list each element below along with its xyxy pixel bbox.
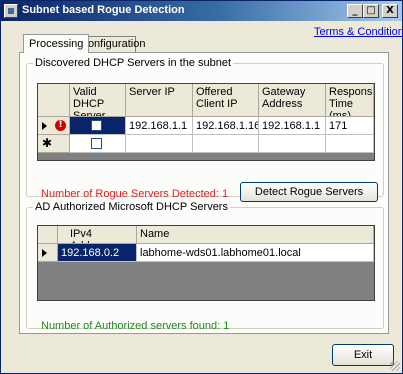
resize-grip-icon[interactable] (390, 361, 400, 371)
row-header-new[interactable]: ✱ (38, 135, 70, 153)
authorized-servers-grid[interactable]: IPv4 Address Name 192.168.0.2 labhome-wd… (37, 225, 375, 301)
response-time-cell[interactable]: 171 (326, 117, 374, 135)
row-header-selected[interactable]: ! (38, 117, 70, 135)
exit-button[interactable]: Exit (332, 344, 394, 366)
rogue-count-status: Number of Rogue Servers Detected: 1 (41, 188, 229, 200)
offered-client-ip-cell[interactable]: 192.168.1.169 (193, 117, 259, 135)
server-ip-cell[interactable]: 192.168.1.1 (126, 117, 193, 135)
app-window: Subnet based Rogue Detection _ □ X Terms… (0, 0, 403, 374)
minimize-button[interactable]: _ (347, 4, 363, 18)
column-header-offered-ip[interactable]: Offered Client IP (193, 84, 259, 117)
window-title: Subnet based Rogue Detection (22, 4, 185, 16)
dhcp-servers-group: Discovered DHCP Servers in the subnet Va… (26, 57, 384, 202)
new-server-ip-cell[interactable] (126, 135, 193, 153)
dhcp-servers-grid[interactable]: Valid DHCP Server Server IP Offered Clie… (37, 83, 375, 161)
column-header-gateway[interactable]: Gateway Address (259, 84, 326, 117)
grid-corner-header (38, 84, 70, 117)
server-name-cell[interactable]: labhome-wds01.labhome01.local (137, 244, 374, 262)
column-header-response-time[interactable]: Response Time (ms) (326, 84, 374, 117)
gateway-address-cell[interactable]: 192.168.1.1 (259, 117, 326, 135)
app-icon (4, 4, 18, 18)
column-header-name[interactable]: Name (137, 226, 374, 244)
ipv4-address-cell[interactable]: 192.168.0.2 (58, 244, 137, 262)
column-header-ipv4[interactable]: IPv4 Address (58, 226, 137, 244)
new-row-checkbox[interactable] (91, 138, 102, 149)
row-header-authorized[interactable] (38, 244, 58, 262)
terms-link[interactable]: Terms & Conditions (314, 26, 403, 38)
error-icon: ! (55, 120, 66, 131)
valid-server-checkbox[interactable] (91, 120, 102, 131)
new-gateway-cell[interactable] (259, 135, 326, 153)
title-bar[interactable]: Subnet based Rogue Detection _ □ X (1, 1, 402, 21)
current-row-arrow-icon (42, 249, 47, 257)
detect-rogue-servers-button[interactable]: Detect Rogue Servers (240, 182, 378, 202)
column-header-valid[interactable]: Valid DHCP Server (70, 84, 126, 117)
dhcp-group-legend: Discovered DHCP Servers in the subnet (35, 57, 232, 69)
processing-panel: Discovered DHCP Servers in the subnet Va… (19, 52, 389, 334)
tab-processing[interactable]: Processing (23, 34, 90, 53)
grid2-corner-header (38, 226, 58, 244)
close-button[interactable]: X (382, 4, 398, 18)
new-offered-ip-cell[interactable] (193, 135, 259, 153)
authorized-count-status: Number of Authorized servers found: 1 (41, 320, 230, 332)
column-header-server-ip[interactable]: Server IP (126, 84, 193, 117)
ad-group-legend: AD Authorized Microsoft DHCP Servers (35, 201, 228, 213)
current-row-arrow-icon (42, 122, 47, 130)
new-valid-cell[interactable] (70, 135, 126, 153)
new-response-cell[interactable] (326, 135, 374, 153)
valid-server-cell[interactable] (70, 117, 126, 135)
maximize-button[interactable]: □ (363, 4, 379, 18)
ad-authorized-group: AD Authorized Microsoft DHCP Servers IPv… (26, 201, 384, 332)
new-row-asterisk-icon: ✱ (42, 136, 53, 150)
